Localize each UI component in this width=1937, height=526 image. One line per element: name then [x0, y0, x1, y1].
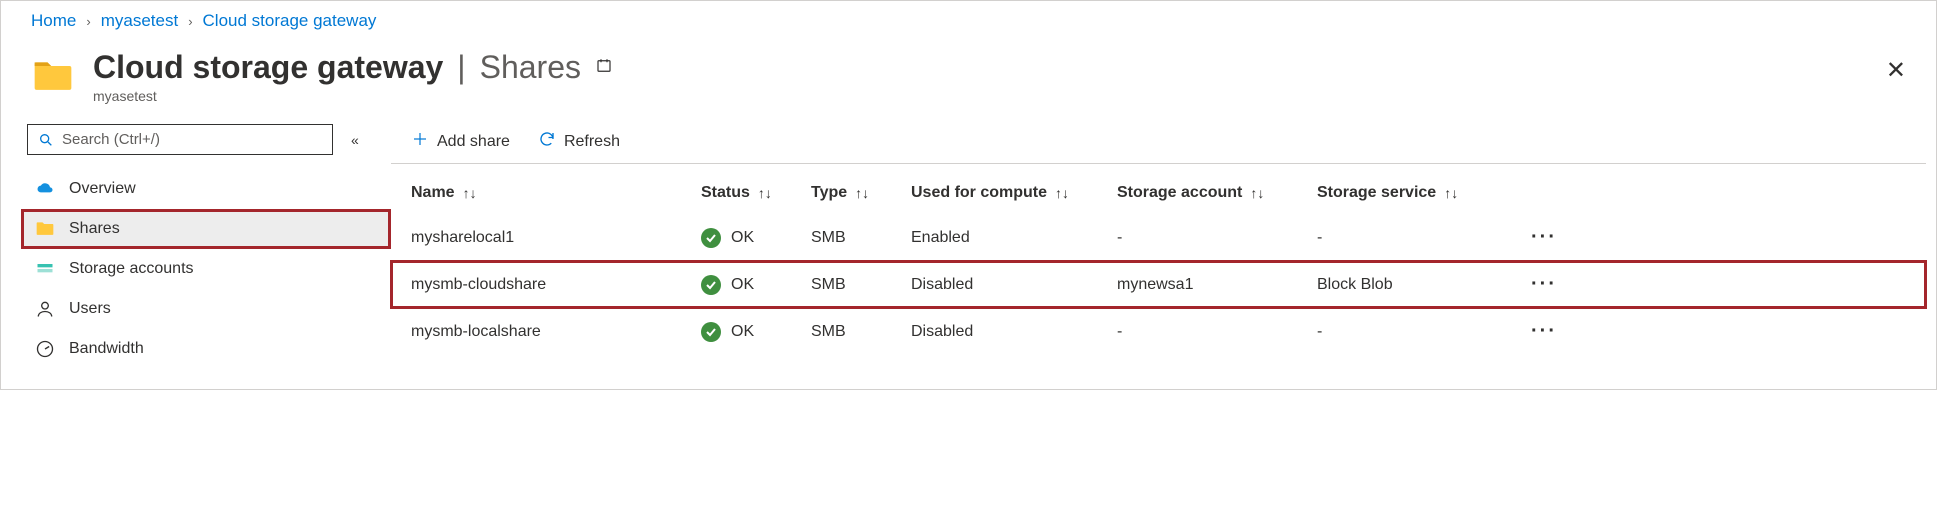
- sidebar-item-storage-accounts[interactable]: Storage accounts: [21, 249, 391, 289]
- breadcrumb-home[interactable]: Home: [31, 11, 76, 31]
- breadcrumb-parent[interactable]: myasetest: [101, 11, 178, 31]
- status-ok-icon: [701, 228, 721, 248]
- cell-type: SMB: [811, 323, 911, 341]
- column-storage-service[interactable]: Storage service↑↓: [1317, 184, 1497, 202]
- page-header: Cloud storage gateway | Shares myasetest…: [1, 41, 1936, 120]
- cell-account: -: [1117, 229, 1317, 247]
- cell-account: -: [1117, 323, 1317, 341]
- sort-icon: ↑↓: [463, 185, 477, 201]
- cell-service: -: [1317, 323, 1497, 341]
- cell-status: OK: [701, 322, 811, 342]
- row-more-button[interactable]: ···: [1497, 226, 1557, 249]
- pin-icon[interactable]: [595, 57, 613, 78]
- sidebar-item-users[interactable]: Users: [21, 289, 391, 329]
- folder-icon: [31, 49, 75, 99]
- close-icon[interactable]: ✕: [1886, 49, 1906, 83]
- cell-name: mysmb-localshare: [411, 323, 701, 341]
- table-row[interactable]: mysmb-cloudshare OK SMB Disabled mynewsa…: [391, 261, 1926, 308]
- title-separator: |: [457, 49, 465, 86]
- storage-icon: [35, 259, 55, 279]
- sidebar-item-shares[interactable]: Shares: [21, 209, 391, 249]
- user-icon: [35, 299, 55, 319]
- cell-type: SMB: [811, 276, 911, 294]
- resource-name: myasetest: [93, 88, 613, 104]
- status-ok-icon: [701, 322, 721, 342]
- refresh-icon: [538, 130, 556, 153]
- cell-service: Block Blob: [1317, 276, 1497, 294]
- breadcrumb-current[interactable]: Cloud storage gateway: [203, 11, 377, 31]
- cell-name: mysmb-cloudshare: [411, 276, 701, 294]
- sidebar-item-label: Storage accounts: [69, 260, 194, 278]
- sort-icon: ↑↓: [1250, 185, 1264, 201]
- sort-icon: ↑↓: [1055, 185, 1069, 201]
- cloud-icon: [35, 179, 55, 199]
- add-share-button[interactable]: Add share: [411, 130, 510, 153]
- shares-table: Name↑↓ Status↑↓ Type↑↓ Used for compute↑…: [391, 164, 1926, 355]
- sidebar-item-bandwidth[interactable]: Bandwidth: [21, 329, 391, 369]
- collapse-sidebar-icon[interactable]: «: [351, 132, 359, 148]
- main-content: Add share Refresh Name↑↓ Status↑↓ Type↑↓…: [391, 120, 1936, 389]
- cell-compute: Disabled: [911, 323, 1117, 341]
- sidebar-item-label: Users: [69, 300, 111, 318]
- column-status[interactable]: Status↑↓: [701, 184, 811, 202]
- page-subtitle: Shares: [480, 49, 581, 86]
- search-input[interactable]: Search (Ctrl+/): [27, 124, 333, 155]
- cell-name: mysharelocal1: [411, 229, 701, 247]
- toolbar: Add share Refresh: [391, 120, 1926, 164]
- cell-compute: Disabled: [911, 276, 1117, 294]
- chevron-right-icon: ›: [188, 14, 192, 29]
- chevron-right-icon: ›: [86, 14, 90, 29]
- sort-icon: ↑↓: [758, 185, 772, 201]
- sidebar-item-label: Overview: [69, 180, 136, 198]
- cell-compute: Enabled: [911, 229, 1117, 247]
- sidebar: Search (Ctrl+/) « Overview Shares: [1, 120, 391, 389]
- cell-status: OK: [701, 228, 811, 248]
- sidebar-item-label: Shares: [69, 220, 120, 238]
- table-row[interactable]: mysmb-localshare OK SMB Disabled - - ···: [391, 308, 1926, 355]
- sidebar-item-label: Bandwidth: [69, 340, 144, 358]
- search-icon: [38, 132, 54, 148]
- column-used-for-compute[interactable]: Used for compute↑↓: [911, 184, 1117, 202]
- refresh-label: Refresh: [564, 133, 620, 151]
- row-more-button[interactable]: ···: [1497, 320, 1557, 343]
- column-name[interactable]: Name↑↓: [411, 184, 701, 202]
- cell-status: OK: [701, 275, 811, 295]
- table-row[interactable]: mysharelocal1 OK SMB Enabled - - ···: [391, 214, 1926, 261]
- cell-account: mynewsa1: [1117, 276, 1317, 294]
- page-title: Cloud storage gateway: [93, 49, 443, 86]
- sort-icon: ↑↓: [855, 185, 869, 201]
- refresh-button[interactable]: Refresh: [538, 130, 620, 153]
- breadcrumb: Home › myasetest › Cloud storage gateway: [1, 1, 1936, 41]
- folder-icon: [35, 219, 55, 239]
- gauge-icon: [35, 339, 55, 359]
- add-share-label: Add share: [437, 133, 510, 151]
- row-more-button[interactable]: ···: [1497, 273, 1557, 296]
- status-ok-icon: [701, 275, 721, 295]
- cell-type: SMB: [811, 229, 911, 247]
- cell-service: -: [1317, 229, 1497, 247]
- search-placeholder: Search (Ctrl+/): [62, 131, 160, 148]
- plus-icon: [411, 130, 429, 153]
- sidebar-item-overview[interactable]: Overview: [21, 169, 391, 209]
- sort-icon: ↑↓: [1444, 185, 1458, 201]
- column-type[interactable]: Type↑↓: [811, 184, 911, 202]
- table-header: Name↑↓ Status↑↓ Type↑↓ Used for compute↑…: [391, 164, 1926, 214]
- column-storage-account[interactable]: Storage account↑↓: [1117, 184, 1317, 202]
